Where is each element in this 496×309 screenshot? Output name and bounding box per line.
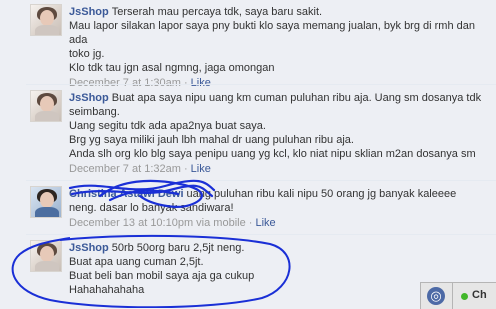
- chat-bar: ◎ Ch: [420, 282, 496, 309]
- divider: [26, 84, 496, 85]
- comment-author[interactable]: Christina Astawi Dewi: [69, 188, 184, 200]
- comment-text: seimbang.: [69, 106, 120, 118]
- comment: JsShop Buat apa saya nipu uang km cuman p…: [26, 86, 496, 180]
- comment-timestamp[interactable]: December 7 at 1:32am: [69, 163, 181, 175]
- comment-author[interactable]: JsShop: [69, 242, 109, 254]
- comment-text: Brg yg saya miliki jauh lbh mahal dr uan…: [69, 134, 354, 146]
- comment-text: 50rb 50org baru 2,5jt neng.: [111, 242, 245, 254]
- avatar[interactable]: [30, 4, 62, 36]
- comment-text: Anda slh org klo blg saya penipu uang yg…: [69, 148, 476, 160]
- comment-text: Klo tdk tau jgn asal ngmng, jaga omongan: [69, 62, 275, 74]
- comment-text: Terserah mau percaya tdk, saya baru saki…: [111, 6, 323, 18]
- avatar[interactable]: [30, 240, 62, 272]
- comment-text: Buat apa uang cuman 2,5jt.: [69, 256, 204, 268]
- avatar[interactable]: [30, 90, 62, 122]
- comment-author[interactable]: JsShop: [69, 92, 109, 104]
- globe-icon[interactable]: ◎: [427, 287, 445, 305]
- comment-text: Uang segitu tdk ada apa2nya buat saya.: [69, 120, 266, 132]
- avatar[interactable]: [30, 186, 62, 218]
- comment-text: toko jg.: [69, 48, 105, 60]
- comment-meta: December 13 at 10:10pm via mobile · Like: [69, 216, 490, 230]
- comment: Christina Astawi Dewi uang puluhan ribu k…: [26, 182, 496, 234]
- comment-text: Buat beli ban mobil saya aja ga cukup: [69, 270, 255, 282]
- comment-meta: December 7 at 1:32am · Like: [69, 162, 490, 176]
- comment: JsShop Terserah mau percaya tdk, saya bar…: [26, 0, 496, 89]
- comment-text: Buat apa saya nipu uang km cuman puluhan…: [111, 92, 482, 104]
- like-link[interactable]: Like: [191, 163, 211, 175]
- meta-separator: ·: [180, 163, 191, 175]
- comment-author[interactable]: JsShop: [69, 6, 109, 18]
- comment-text: neng. dasar lo banyak sandiwara!: [69, 202, 234, 214]
- divider: [26, 234, 496, 235]
- chat-status-icon: [461, 293, 468, 300]
- chat-button[interactable]: Ch: [472, 289, 487, 301]
- comment-timestamp[interactable]: December 13 at 10:10pm via mobile: [69, 217, 246, 229]
- divider: [26, 180, 496, 181]
- meta-separator: ·: [245, 217, 256, 229]
- like-link[interactable]: Like: [256, 217, 276, 229]
- comment-text: Mau lapor silakan lapor saya pny bukti k…: [69, 20, 479, 46]
- comment-text: uang puluhan ribu kali nipu 50 orang jg …: [186, 188, 457, 200]
